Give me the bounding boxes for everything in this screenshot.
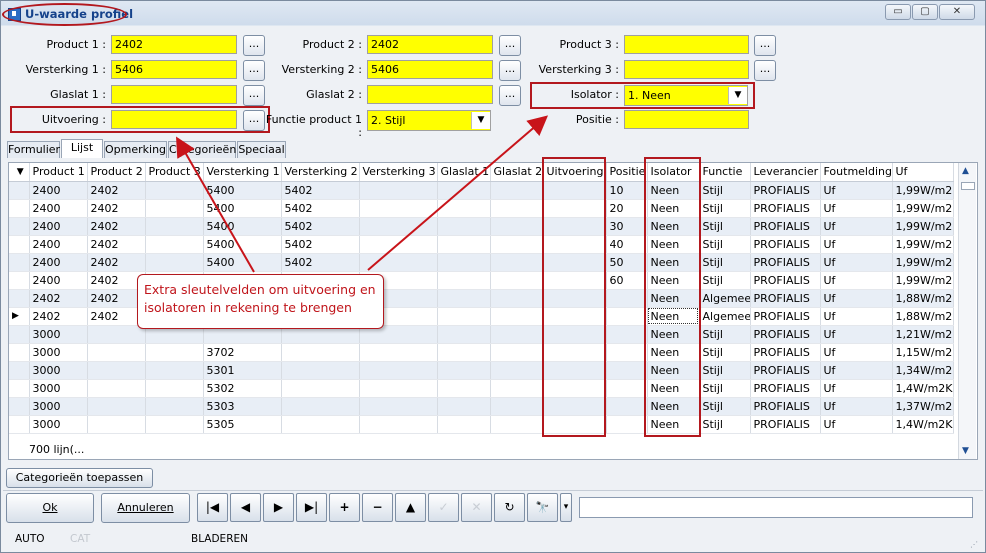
- search-input[interactable]: [579, 497, 973, 518]
- status-cat: CAT: [70, 533, 91, 545]
- discard-icon[interactable]: ✕: [461, 493, 492, 522]
- confirm-icon[interactable]: ✓: [428, 493, 459, 522]
- next-record-icon[interactable]: ▶: [263, 493, 294, 522]
- previous-record-icon[interactable]: ◀: [230, 493, 261, 522]
- arrow-to-uitvoering: [176, 136, 255, 273]
- first-record-icon[interactable]: |◀: [197, 493, 228, 522]
- arrow-to-isolator: [367, 115, 549, 271]
- cancel-button[interactable]: Annuleren: [101, 493, 190, 523]
- last-record-icon[interactable]: ▶|: [296, 493, 327, 522]
- resize-grip-icon[interactable]: ⋰: [970, 540, 978, 549]
- status-mode: BLADEREN: [191, 533, 248, 545]
- ok-button[interactable]: Ok: [6, 493, 94, 523]
- status-auto: AUTO: [15, 533, 45, 545]
- binoculars-icon[interactable]: 🔭: [527, 493, 558, 522]
- add-record-icon[interactable]: +: [329, 493, 360, 522]
- search-options-icon[interactable]: ▾: [560, 493, 572, 522]
- edit-record-icon[interactable]: ▲: [395, 493, 426, 522]
- delete-record-icon[interactable]: −: [362, 493, 393, 522]
- refresh-icon[interactable]: ↻: [494, 493, 525, 522]
- apply-categories-button[interactable]: Categorieën toepassen: [6, 468, 153, 488]
- annotation-callout: Extra sleutelvelden om uitvoering en iso…: [137, 274, 384, 329]
